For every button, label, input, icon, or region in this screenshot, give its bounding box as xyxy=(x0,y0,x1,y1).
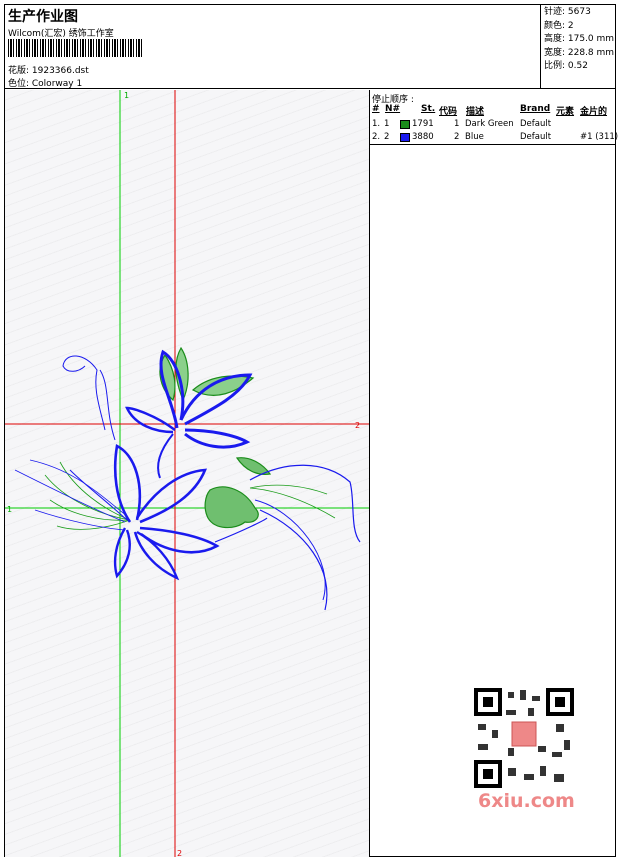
row-code: 2 xyxy=(454,132,460,142)
col-desc: 描述 xyxy=(466,107,485,117)
green-marker-left: 1 xyxy=(7,505,12,514)
col-code: 代码 xyxy=(439,107,458,117)
row-st: 1791 xyxy=(412,119,434,129)
row-brand: Default xyxy=(520,132,552,142)
row-code: 1 xyxy=(454,119,460,129)
green-marker-top: 1 xyxy=(124,91,129,100)
design-scale: 比例: 0.52 xyxy=(544,61,588,71)
row-st: 3880 xyxy=(412,132,434,142)
col-n: N# xyxy=(385,104,401,114)
row-n: 1 xyxy=(384,119,390,129)
stats-panel: 针迹: 5673 颜色: 2 高度: 175.0 mm 宽度: 228.8 mm… xyxy=(540,5,615,89)
header: 生产作业图 Wilcom(汇宏) 绣饰工作室 花版: 1923366.dst 色… xyxy=(5,5,615,89)
green-stitches xyxy=(159,346,272,529)
watermark-logo: 6xiu.com xyxy=(478,790,575,812)
row-brand: Default xyxy=(520,119,552,129)
embroidery-design: 1 1 2 2 xyxy=(5,90,369,857)
row-desc: Dark Green xyxy=(465,119,514,129)
design-preview: 1 1 2 2 xyxy=(5,90,369,857)
row-desc: Blue xyxy=(465,132,484,142)
colorway: 色位: Colorway 1 xyxy=(8,79,83,89)
col-num: # xyxy=(372,104,380,114)
design-height: 高度: 175.0 mm xyxy=(544,34,615,44)
page-title: 生产作业图 xyxy=(8,9,78,25)
row-n: 2 xyxy=(384,132,390,142)
row-seq: #1 (311) xyxy=(580,132,619,142)
table-row: 2. 2 3880 2 Blue Default #1 (311) xyxy=(370,132,619,144)
col-elem: 元素 xyxy=(556,107,575,117)
company-name: Wilcom(汇宏) 绣饰工作室 xyxy=(8,29,114,39)
qr-code xyxy=(468,682,580,794)
color-swatch xyxy=(400,120,410,129)
pattern-name: 花版: 1923366.dst xyxy=(8,66,89,76)
row-num: 1. xyxy=(372,119,381,129)
red-marker-right: 2 xyxy=(355,421,360,430)
col-brand: Brand xyxy=(520,104,551,114)
row-num: 2. xyxy=(372,132,381,142)
table-divider xyxy=(370,144,616,145)
barcode xyxy=(8,39,144,57)
color-count: 颜色: 2 xyxy=(544,20,574,31)
col-st: St. xyxy=(421,104,436,114)
col-seq: 金片的 xyxy=(580,107,608,117)
stop-table-header: # N# St. 代码 描述 Brand 元素 金片的 xyxy=(370,104,616,117)
design-width: 宽度: 228.8 mm xyxy=(544,47,615,58)
stitch-count: 针迹: 5673 xyxy=(544,7,591,17)
table-row: 1. 1 1791 1 Dark Green Default xyxy=(370,119,616,131)
color-swatch xyxy=(400,133,410,142)
red-marker-bottom: 2 xyxy=(177,849,182,857)
blue-stitches xyxy=(14,349,361,611)
